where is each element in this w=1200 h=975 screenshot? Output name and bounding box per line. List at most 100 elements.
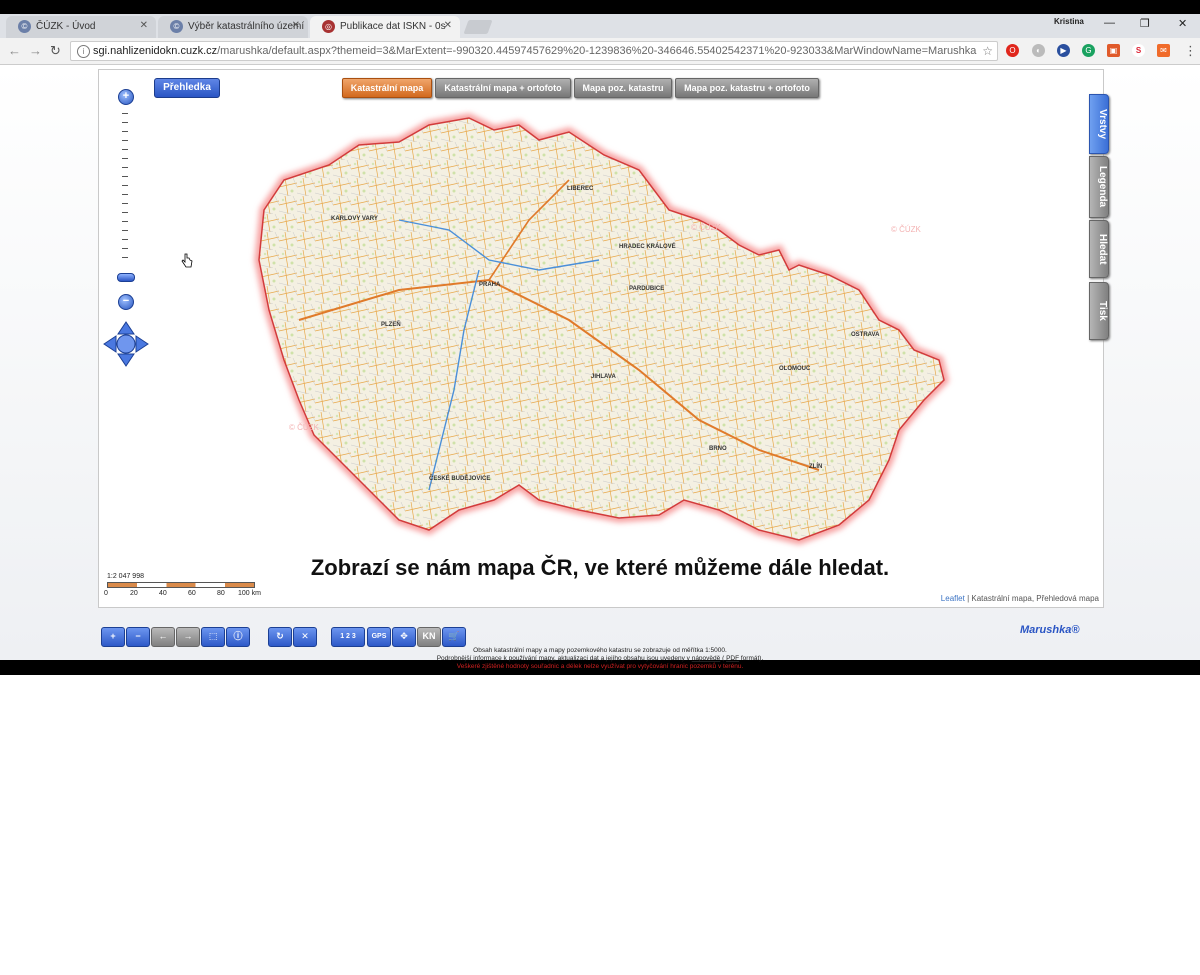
forward-icon[interactable]: →: [29, 43, 42, 58]
red-extension-icon[interactable]: ▣: [1107, 44, 1120, 57]
previous-view-button[interactable]: ←: [151, 627, 175, 647]
tab-close-icon[interactable]: ✕: [292, 20, 300, 31]
help-link[interactable]: nápovědě: [692, 655, 721, 662]
url-input[interactable]: i sgi.nahlizenidokn.cuzk.cz/marushka/def…: [70, 41, 998, 61]
cuzk-favicon-icon: ©: [18, 20, 31, 33]
next-view-button[interactable]: →: [176, 627, 200, 647]
zoom-in-tool-button[interactable]: +: [101, 627, 125, 647]
tab-title: ČÚZK - Úvod: [36, 21, 96, 32]
zoom-tick[interactable]: [122, 122, 128, 123]
zoom-out-icon[interactable]: −: [118, 294, 134, 310]
layer-land-map-button[interactable]: Mapa poz. katastru: [574, 78, 672, 98]
zoom-tick[interactable]: [122, 212, 128, 213]
zoom-tick[interactable]: [122, 185, 128, 186]
czech-republic-map[interactable]: PRAHA PLZEŇ LIBEREC HRADEC KRÁLOVÉ PARDU…: [99, 70, 1103, 607]
tab-tisk[interactable]: Tisk: [1089, 282, 1109, 340]
tab-close-icon[interactable]: ✕: [140, 20, 148, 31]
scale-tick: 60: [188, 590, 196, 597]
gps-button[interactable]: GPS: [367, 627, 391, 647]
scale-tick: 20: [130, 590, 138, 597]
pdf-link[interactable]: PDF: [726, 655, 739, 662]
cart-button[interactable]: 🛒: [442, 627, 466, 647]
zoom-tick[interactable]: [122, 257, 128, 258]
zoom-tick[interactable]: [122, 194, 128, 195]
zoom-tick[interactable]: [122, 230, 128, 231]
pan-control-icon[interactable]: [102, 320, 150, 368]
overview-button[interactable]: Přehledka: [154, 78, 220, 98]
address-bar: ← → ↻ i sgi.nahlizenidokn.cuzk.cz/marush…: [0, 38, 1200, 65]
profile-name[interactable]: Kristina: [1054, 17, 1084, 26]
grammarly-icon[interactable]: G: [1082, 44, 1095, 57]
restore-icon[interactable]: ❐: [1140, 17, 1150, 30]
watermark: © ČÚZK: [691, 223, 722, 232]
leaflet-link[interactable]: Leaflet: [941, 594, 965, 603]
extension-grey-icon[interactable]: ◐: [1032, 44, 1045, 57]
tab-vyber-katastralniho-uzemi[interactable]: © Výběr katastrálního území ✕: [158, 16, 308, 38]
kn-button[interactable]: KN: [417, 627, 441, 647]
zoom-tick[interactable]: [122, 239, 128, 240]
tab-close-icon[interactable]: ✕: [444, 20, 452, 31]
zoom-tick[interactable]: [122, 248, 128, 249]
zoom-tick[interactable]: [122, 149, 128, 150]
url-path: /marushka/default.aspx?themeid=3&MarExte…: [217, 45, 977, 57]
cuzk-favicon-icon: ©: [170, 20, 183, 33]
tab-cuzk-uvod[interactable]: © ČÚZK - Úvod ✕: [6, 16, 156, 38]
clear-button[interactable]: ✕: [293, 627, 317, 647]
measure-button[interactable]: 1 2 3: [331, 627, 365, 647]
minimize-icon[interactable]: —: [1104, 17, 1115, 29]
layer-cadastral-ortho-button[interactable]: Katastrální mapa + ortofoto: [435, 78, 571, 98]
tab-publikace-dat-iskn[interactable]: ◎ Publikace dat ISKN - 0s ✕: [310, 16, 460, 38]
reload-icon[interactable]: ↻: [50, 43, 61, 59]
zoom-tick[interactable]: [122, 131, 128, 132]
city-label: PLZEŇ: [381, 320, 401, 328]
site-info-icon[interactable]: i: [77, 45, 90, 58]
tab-vrstvy[interactable]: Vrstvy: [1089, 94, 1109, 154]
info-tool-button[interactable]: ⓘ: [226, 627, 250, 647]
iskn-favicon-icon: ◎: [322, 20, 335, 33]
tab-title: Výběr katastrálního území: [188, 21, 305, 32]
footer-warning: Veškeré zjištěné hodnoty souřadnic a dél…: [456, 663, 744, 670]
zoom-tick[interactable]: [122, 158, 128, 159]
zoom-tick[interactable]: [122, 176, 128, 177]
mail-extension-icon[interactable]: ✉: [1157, 44, 1170, 57]
zoom-tick[interactable]: [122, 167, 128, 168]
attribution-text: | Katastrální mapa, Přehledová mapa: [967, 594, 1099, 603]
city-label: OSTRAVA: [851, 332, 880, 338]
zoom-slider-handle[interactable]: [117, 273, 135, 282]
tab-hledat[interactable]: Hledat: [1089, 220, 1109, 278]
locate-button[interactable]: ✥: [392, 627, 416, 647]
zoom-tick[interactable]: [122, 221, 128, 222]
layer-cadastral-map-button[interactable]: Katastrální mapa: [342, 78, 432, 98]
hand-cursor-icon: [181, 253, 193, 268]
play-extension-icon[interactable]: ▶: [1057, 44, 1070, 57]
scale-tick: 80: [217, 590, 225, 597]
country-area: [258, 117, 945, 541]
scale-tick: 0: [104, 590, 108, 597]
city-label: KARLOVY VARY: [331, 216, 378, 222]
zoom-tick[interactable]: [122, 113, 128, 114]
bookmark-star-icon[interactable]: ☆: [982, 44, 993, 58]
zoom-box-button[interactable]: ⬚: [201, 627, 225, 647]
zoom-out-tool-button[interactable]: −: [126, 627, 150, 647]
scale-bar: [107, 582, 255, 588]
menu-icon[interactable]: ⋮: [1184, 43, 1197, 59]
refresh-button[interactable]: ↻: [268, 627, 292, 647]
footer-line2-mid: (: [722, 655, 725, 662]
back-icon[interactable]: ←: [8, 43, 21, 58]
s-extension-icon[interactable]: S: [1132, 44, 1145, 57]
footer-line2: Podrobnější informace k používání mapy, …: [0, 655, 1200, 662]
tab-title: Publikace dat ISKN - 0s: [340, 21, 446, 32]
city-label: PRAHA: [479, 282, 501, 288]
scale-tick: 100 km: [238, 590, 261, 597]
zoom-tick[interactable]: [122, 203, 128, 204]
window-close-icon[interactable]: ✕: [1178, 17, 1187, 30]
map-attribution: Leaflet | Katastrální mapa, Přehledová m…: [941, 594, 1099, 603]
map-frame[interactable]: PRAHA PLZEŇ LIBEREC HRADEC KRÁLOVÉ PARDU…: [98, 69, 1109, 608]
opera-extension-icon[interactable]: O: [1006, 44, 1019, 57]
zoom-tick[interactable]: [122, 140, 128, 141]
new-tab-button[interactable]: [463, 20, 493, 34]
layer-land-ortho-button[interactable]: Mapa poz. katastru + ortofoto: [675, 78, 819, 98]
tab-legenda[interactable]: Legenda: [1089, 156, 1109, 218]
zoom-in-icon[interactable]: +: [118, 89, 134, 105]
browser-window: © ČÚZK - Úvod ✕ © Výběr katastrálního úz…: [0, 14, 1200, 670]
